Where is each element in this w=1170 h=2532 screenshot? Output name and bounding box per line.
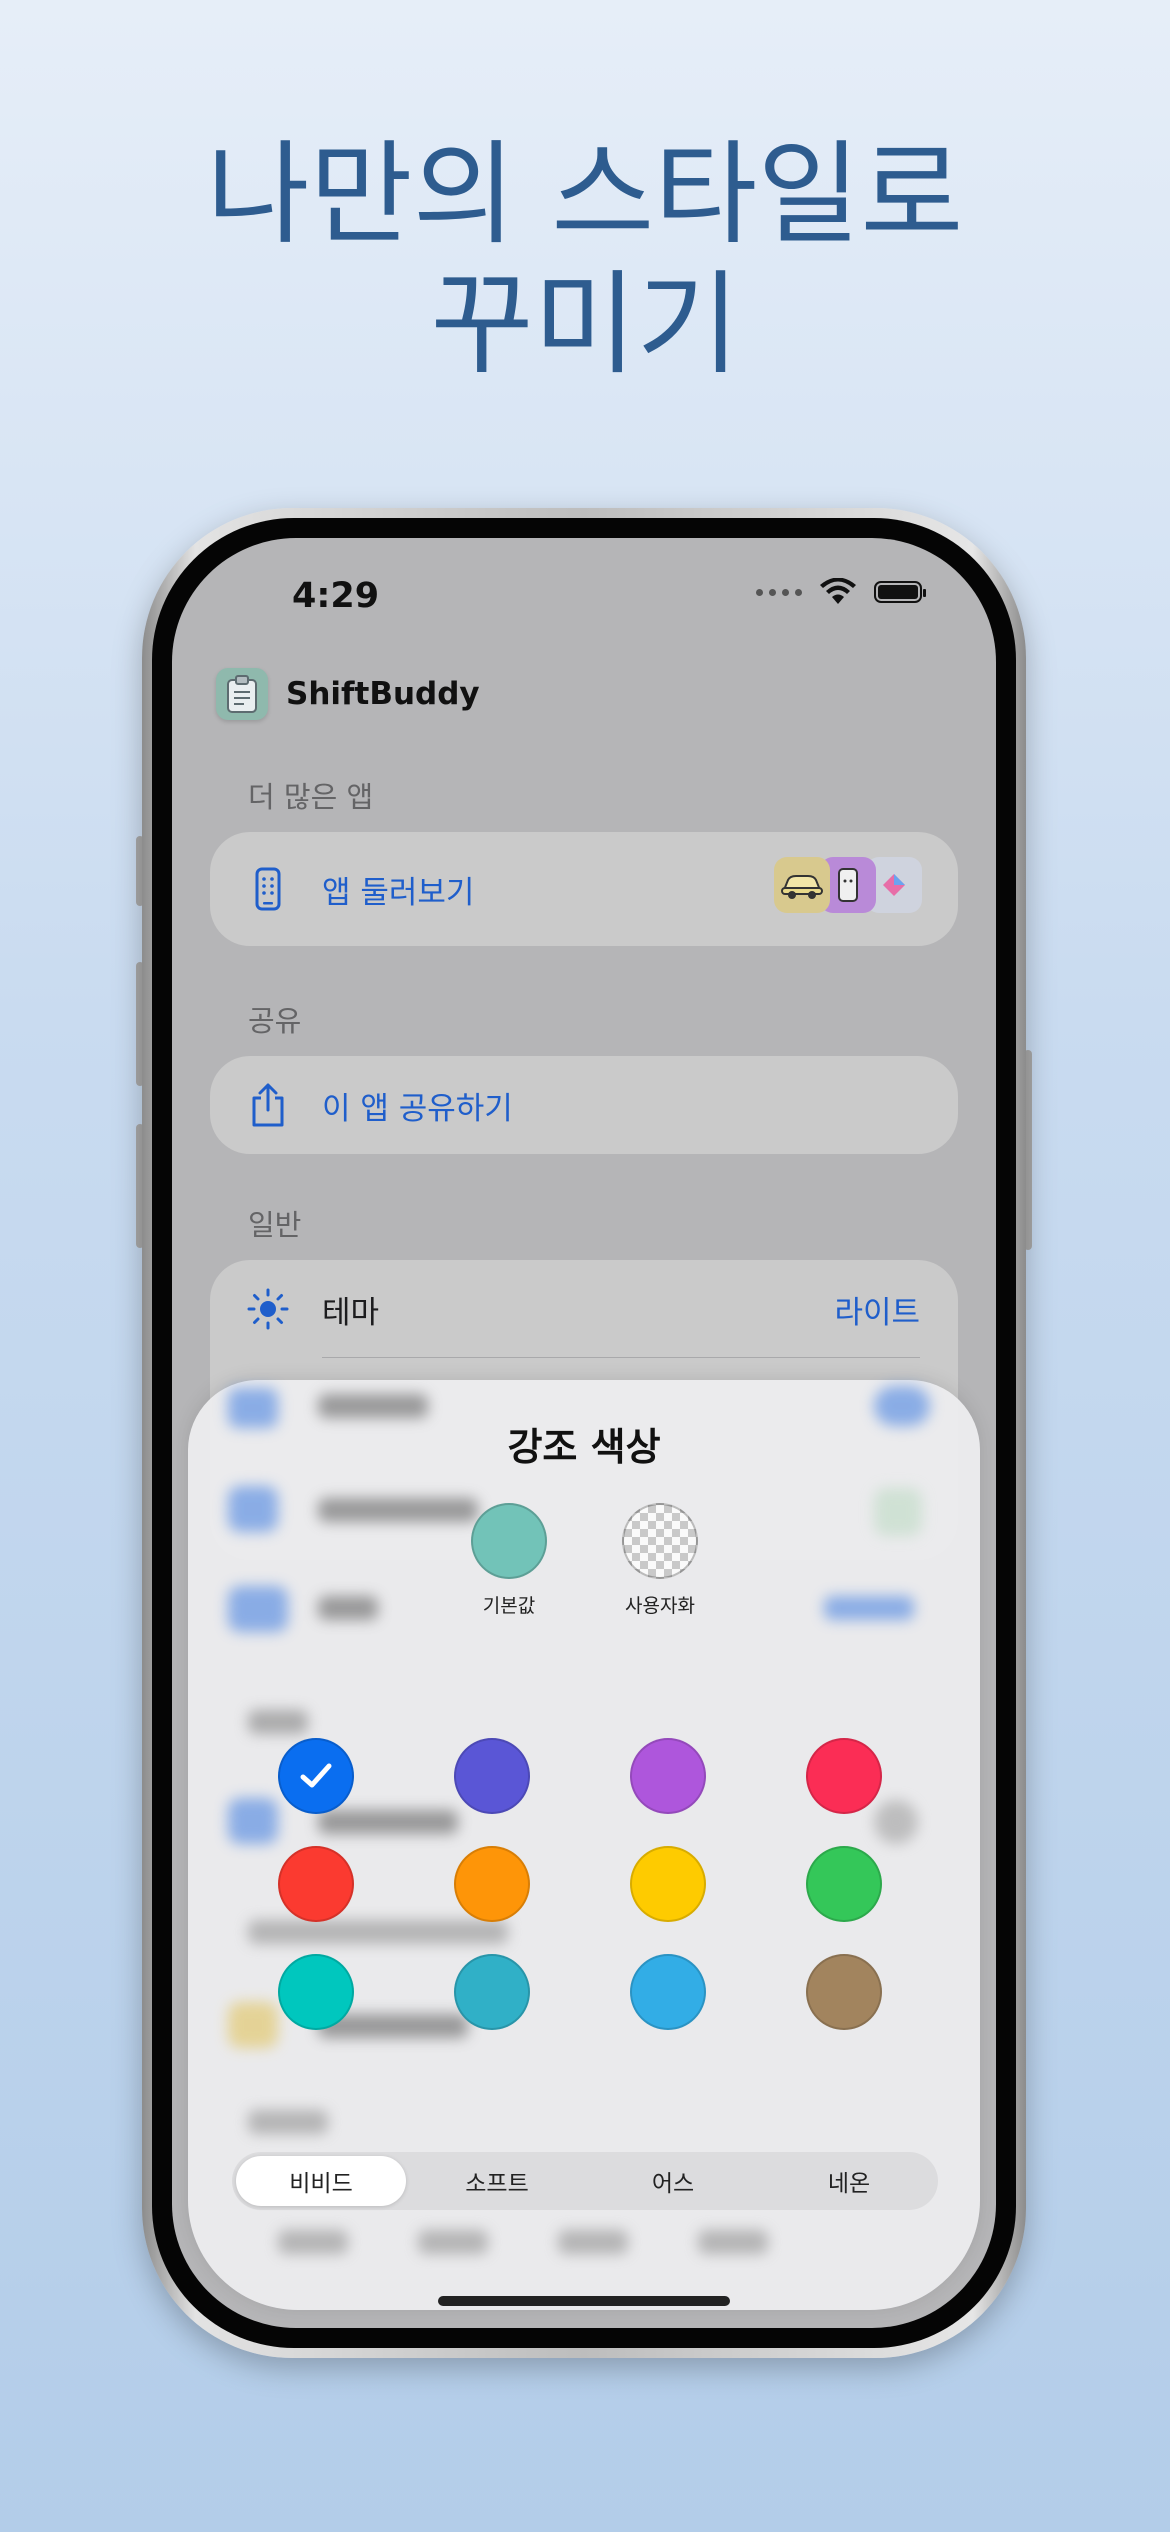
headline-line-1: 나만의 스타일로 bbox=[206, 130, 964, 260]
color-swatch-selected[interactable] bbox=[278, 1738, 354, 1814]
wifi-icon bbox=[820, 578, 856, 604]
car-app-icon bbox=[774, 857, 830, 913]
phone-screen: 4:29 ShiftBuddy 더 많은 앱 앱 둘러보기 공유 이 앱 공유하… bbox=[172, 538, 996, 2328]
sun-icon bbox=[246, 1287, 290, 1331]
tab-vivid[interactable]: 비비드 bbox=[236, 2156, 406, 2206]
section-general-label: 일반 bbox=[248, 1208, 302, 1242]
row-divider bbox=[322, 1357, 920, 1358]
color-swatch[interactable] bbox=[454, 1954, 530, 2030]
checkmark-icon bbox=[300, 1763, 332, 1788]
phone-icon bbox=[246, 867, 290, 911]
share-app-row[interactable]: 이 앱 공유하기 bbox=[210, 1056, 958, 1154]
headline-line-2: 꾸미기 bbox=[430, 260, 740, 390]
theme-value: 라이트 bbox=[834, 1294, 920, 1331]
color-swatch[interactable] bbox=[806, 1954, 882, 2030]
color-swatch[interactable] bbox=[454, 1738, 530, 1814]
section-share-label: 공유 bbox=[248, 1004, 302, 1038]
home-indicator bbox=[438, 2296, 730, 2306]
tab-neon[interactable]: 네온 bbox=[764, 2156, 934, 2206]
default-color-circle[interactable] bbox=[471, 1503, 547, 1579]
theme-label: 테마 bbox=[322, 1294, 380, 1331]
browse-apps-card[interactable]: 앱 둘러보기 bbox=[210, 832, 958, 946]
other-apps-preview bbox=[774, 857, 922, 913]
accent-sheet-title: 강조 색상 bbox=[507, 1425, 661, 1469]
share-card[interactable]: 이 앱 공유하기 bbox=[210, 1056, 958, 1154]
color-swatch[interactable] bbox=[806, 1738, 882, 1814]
tab-earth[interactable]: 어스 bbox=[588, 2156, 758, 2206]
accent-color-sheet: 강조 색상 기본값 사용자화 비비드 소프트 어스 네온 bbox=[188, 1380, 980, 2310]
preset-custom[interactable]: 사용자화 bbox=[600, 1503, 720, 1618]
clipboard-app-icon bbox=[216, 668, 268, 720]
signal-icon bbox=[756, 588, 802, 596]
preset-default[interactable]: 기본값 bbox=[449, 1503, 569, 1618]
preset-custom-label: 사용자화 bbox=[625, 1595, 695, 1617]
battery-icon bbox=[874, 581, 926, 603]
preset-default-label: 기본값 bbox=[482, 1595, 536, 1617]
status-time: 4:29 bbox=[292, 576, 380, 616]
app-name: ShiftBuddy bbox=[286, 676, 480, 712]
tab-soft[interactable]: 소프트 bbox=[412, 2156, 582, 2206]
custom-color-circle[interactable] bbox=[622, 1503, 698, 1579]
browse-apps-row[interactable]: 앱 둘러보기 bbox=[210, 832, 958, 946]
status-icons bbox=[756, 578, 926, 606]
share-app-label: 이 앱 공유하기 bbox=[322, 1090, 513, 1127]
theme-row[interactable]: 테마 라이트 bbox=[210, 1260, 958, 1358]
color-swatch[interactable] bbox=[454, 1846, 530, 1922]
color-swatch[interactable] bbox=[630, 1954, 706, 2030]
share-icon bbox=[246, 1083, 290, 1127]
headline: 나만의 스타일로 꾸미기 bbox=[0, 130, 1170, 390]
section-more-apps-label: 더 많은 앱 bbox=[248, 780, 374, 814]
color-swatch[interactable] bbox=[278, 1846, 354, 1922]
color-swatch[interactable] bbox=[806, 1846, 882, 1922]
color-swatch[interactable] bbox=[630, 1846, 706, 1922]
app-header: ShiftBuddy bbox=[216, 668, 480, 720]
browse-apps-label: 앱 둘러보기 bbox=[322, 874, 475, 911]
color-swatch[interactable] bbox=[630, 1738, 706, 1814]
color-swatch[interactable] bbox=[278, 1954, 354, 2030]
palette-segmented-control: 비비드 소프트 어스 네온 bbox=[232, 2152, 938, 2210]
